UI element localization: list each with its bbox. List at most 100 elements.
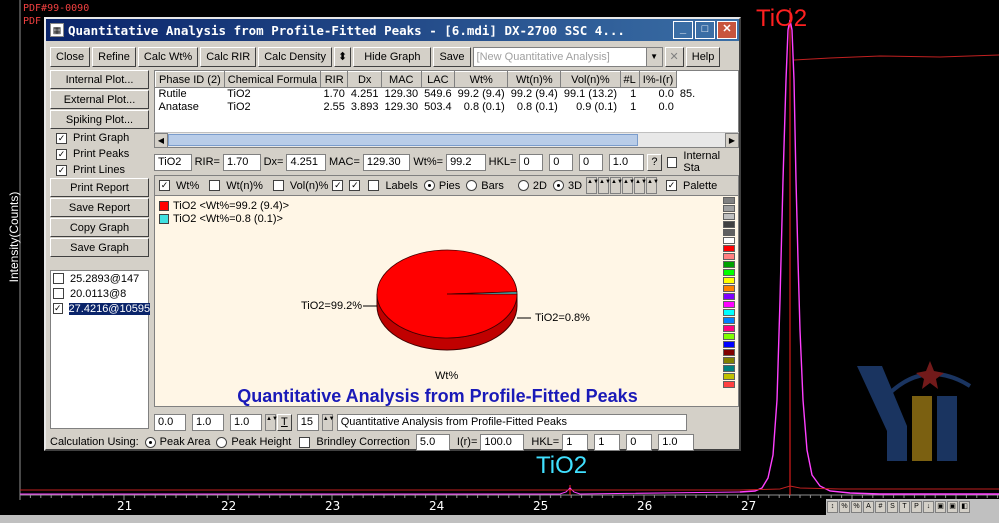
chevron-right-icon[interactable]: ▶ (725, 133, 739, 148)
spinner-icon[interactable]: ▲▼ (646, 177, 659, 194)
palette-swatch[interactable] (723, 237, 735, 244)
copy-graph-button[interactable]: Copy Graph (50, 218, 149, 237)
toolbar-icon[interactable]: ↕ (827, 501, 838, 513)
help-question-button[interactable]: ? (647, 153, 662, 171)
palette-swatch[interactable] (723, 293, 735, 300)
palette-swatch[interactable] (723, 373, 735, 380)
toolbar-icon[interactable]: P (911, 501, 922, 513)
checkbox-checked-icon[interactable]: ✓ (159, 180, 170, 191)
font-size-field[interactable]: 15 (296, 413, 319, 431)
help-button[interactable]: Help (685, 47, 721, 67)
chevron-left-icon[interactable]: ◀ (154, 133, 168, 148)
hkl-k-field[interactable]: 1 (594, 433, 621, 451)
close-icon[interactable]: ✕ (717, 21, 737, 39)
print-graph-check[interactable]: ✓ Print Graph (50, 130, 149, 146)
hkl-mult-field[interactable]: 1.0 (658, 433, 695, 451)
palette-swatch[interactable] (723, 341, 735, 348)
checkbox-icon[interactable] (272, 180, 284, 191)
chart-title-field[interactable]: Quantitative Analysis from Profile-Fitte… (336, 413, 687, 431)
checkbox-icon[interactable] (299, 436, 311, 448)
color-palette[interactable] (719, 195, 739, 407)
checkbox-checked-icon[interactable]: ✓ (56, 164, 67, 176)
palette-swatch[interactable] (723, 245, 735, 252)
palette-swatch[interactable] (723, 325, 735, 332)
column-header[interactable]: Chemical Formula (223, 71, 322, 88)
toolbar-icon[interactable]: S (887, 501, 898, 513)
hide-graph-button[interactable]: Hide Graph (353, 47, 432, 67)
palette-swatch[interactable] (723, 253, 735, 260)
spinner-icon[interactable]: ▲▼ (622, 177, 635, 194)
font-button[interactable]: T (277, 413, 292, 431)
toolbar-icon[interactable]: % (839, 501, 850, 513)
column-header[interactable]: Wt% (454, 71, 509, 88)
print-lines-check[interactable]: ✓ Print Lines (50, 162, 149, 178)
column-header[interactable]: Dx (347, 71, 382, 88)
spinner-icon[interactable]: ▲▼ (265, 413, 278, 431)
toolbar-icon[interactable]: % (851, 501, 862, 513)
list-item[interactable]: 25.2893@147 (51, 271, 148, 286)
updown-arrows-icon[interactable]: ⬍ (333, 47, 352, 67)
palette-swatch[interactable] (723, 229, 735, 236)
radio-icon[interactable] (517, 180, 529, 191)
spinner-icon[interactable]: ▲▼ (321, 413, 335, 431)
palette-swatch[interactable] (723, 365, 735, 372)
spinner-icon[interactable]: ▲▼ (586, 177, 599, 194)
dx-field[interactable]: 4.251 (286, 153, 327, 171)
column-header[interactable]: Phase ID (2) (155, 71, 225, 88)
calc-density-button[interactable]: Calc Density (258, 47, 332, 67)
hkl-h-field[interactable]: 0 (519, 153, 544, 171)
checkbox-checked-icon[interactable]: ✓ (56, 132, 67, 144)
save-button[interactable]: Save (433, 47, 471, 67)
scale2-field[interactable]: 1.0 (230, 413, 262, 431)
spinner-icon[interactable]: ▲▼ (598, 177, 611, 194)
refine-button[interactable]: Refine (92, 47, 136, 67)
palette-swatch[interactable] (723, 213, 735, 220)
checkbox-icon[interactable] (666, 156, 678, 168)
palette-swatch[interactable] (723, 277, 735, 284)
column-header[interactable]: RIR (319, 71, 349, 88)
checkbox-icon[interactable] (53, 273, 64, 284)
delete-icon[interactable]: ✕ (664, 47, 684, 67)
calc-wt-button[interactable]: Calc Wt% (137, 47, 199, 67)
radio-icon[interactable] (216, 436, 228, 448)
formula-field[interactable]: TiO2 (154, 153, 192, 171)
column-header[interactable]: Wt(n)% (507, 71, 562, 88)
scale-field[interactable]: 1.0 (192, 413, 224, 431)
horizontal-scrollbar[interactable]: ◀ ▶ (154, 132, 739, 148)
column-header[interactable]: #L (619, 71, 640, 88)
palette-swatch[interactable] (723, 221, 735, 228)
close-button[interactable]: Close (50, 47, 91, 67)
internal-plot-button[interactable]: Internal Plot... (50, 70, 149, 89)
list-item[interactable]: ✓ 27.4216@10595 (51, 301, 151, 316)
palette-swatch[interactable] (723, 357, 735, 364)
spinner-icon[interactable]: ▲▼ (610, 177, 623, 194)
palette-swatch[interactable] (723, 317, 735, 324)
rir-field[interactable]: 1.70 (222, 153, 261, 171)
hkl-l-field[interactable]: 0 (579, 153, 603, 171)
toolbar-icon[interactable]: T (899, 501, 910, 513)
toolbar-icon[interactable]: # (875, 501, 886, 513)
dialog-titlebar[interactable]: ▦ Quantitative Analysis from Profile-Fit… (46, 19, 739, 41)
wt-field[interactable]: 99.2 (446, 153, 486, 171)
palette-swatch[interactable] (723, 197, 735, 204)
scrollbar-thumb[interactable] (168, 134, 638, 146)
palette-swatch[interactable] (723, 269, 735, 276)
column-header[interactable]: I%-I(r) (638, 71, 678, 88)
mac-field[interactable]: 129.30 (362, 153, 411, 171)
checkbox-checked-icon[interactable]: ✓ (666, 180, 678, 191)
toolbar-icon[interactable]: A (863, 501, 874, 513)
list-item[interactable]: 20.0113@8 (51, 286, 148, 301)
spiking-plot-button[interactable]: Spiking Plot... (50, 110, 149, 129)
checkbox-icon[interactable] (209, 180, 221, 191)
print-report-button[interactable]: Print Report (50, 178, 149, 197)
palette-swatch[interactable] (723, 205, 735, 212)
external-plot-button[interactable]: External Plot... (50, 90, 149, 109)
radio-selected-icon[interactable] (144, 436, 156, 448)
radio-selected-icon[interactable] (423, 180, 435, 191)
brindley-field[interactable]: 5.0 (415, 433, 450, 451)
palette-swatch[interactable] (723, 381, 735, 388)
palette-swatch[interactable] (723, 333, 735, 340)
palette-swatch[interactable] (723, 349, 735, 356)
toolbar-icon[interactable]: ▣ (935, 501, 946, 513)
radio-icon[interactable] (466, 180, 478, 191)
